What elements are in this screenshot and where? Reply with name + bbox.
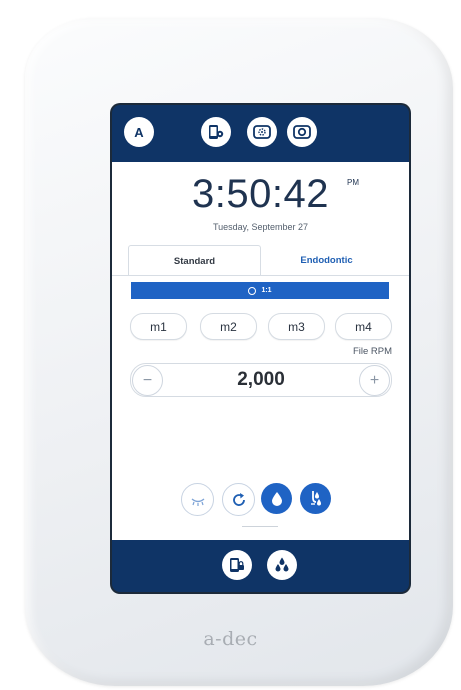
rpm-decrement-button[interactable]: − — [132, 365, 163, 396]
tab-standard[interactable]: Standard — [128, 245, 261, 276]
water-drop-icon — [271, 491, 282, 506]
clock-ampm: PM — [347, 178, 359, 187]
clock-date: Tuesday, September 27 — [212, 222, 309, 232]
memory-button-m1[interactable]: m1 — [130, 313, 187, 340]
light-button[interactable] — [287, 117, 317, 147]
clock-time: 3:50:42 — [192, 172, 329, 216]
water-drops-icon — [275, 557, 289, 572]
light-off-button[interactable] — [181, 483, 214, 516]
tablet-settings-icon — [209, 125, 224, 139]
mode-tabs: Standard Endodontic — [112, 245, 409, 276]
light-dim-button[interactable] — [247, 117, 277, 147]
light-off-icon — [191, 497, 204, 506]
air-water-button[interactable] — [300, 483, 331, 514]
rpm-increment-button[interactable]: + — [359, 365, 390, 396]
bottom-bar — [112, 540, 409, 592]
ratio-indicator-icon — [248, 286, 257, 295]
light-dim-icon — [253, 125, 271, 139]
memory-button-m4[interactable]: m4 — [335, 313, 392, 340]
memory-button-m3[interactable]: m3 — [268, 313, 325, 340]
touchscreen: A 3:50:42 PM Tuesday, September 27 Stand… — [112, 105, 409, 592]
tab-divider — [112, 275, 409, 276]
brand-logo: a-dec — [203, 628, 258, 650]
content-separator — [242, 526, 278, 527]
memory-button-m2[interactable]: m2 — [200, 313, 257, 340]
rotation-button[interactable] — [222, 483, 255, 516]
tablet-lock-button[interactable] — [222, 550, 252, 580]
ratio-bar[interactable]: 1:1 — [131, 282, 389, 299]
rpm-value: 2,000 — [237, 369, 285, 390]
tablet-settings-button[interactable] — [201, 117, 231, 147]
tab-endodontic[interactable]: Endodontic — [260, 245, 393, 275]
rotation-icon — [232, 492, 245, 506]
ratio-label: 1:1 — [261, 287, 272, 294]
rpm-label: File RPM — [352, 346, 392, 357]
tablet-lock-icon — [230, 558, 244, 572]
water-button[interactable] — [261, 483, 292, 514]
rpm-stepper: − 2,000 + — [130, 363, 392, 397]
main-panel: 3:50:42 PM Tuesday, September 27 Standar… — [112, 162, 409, 540]
top-bar: A — [112, 105, 409, 162]
air-water-icon — [310, 490, 321, 505]
light-icon — [293, 125, 311, 139]
user-avatar-button[interactable]: A — [124, 117, 154, 147]
water-drops-button[interactable] — [267, 550, 297, 580]
